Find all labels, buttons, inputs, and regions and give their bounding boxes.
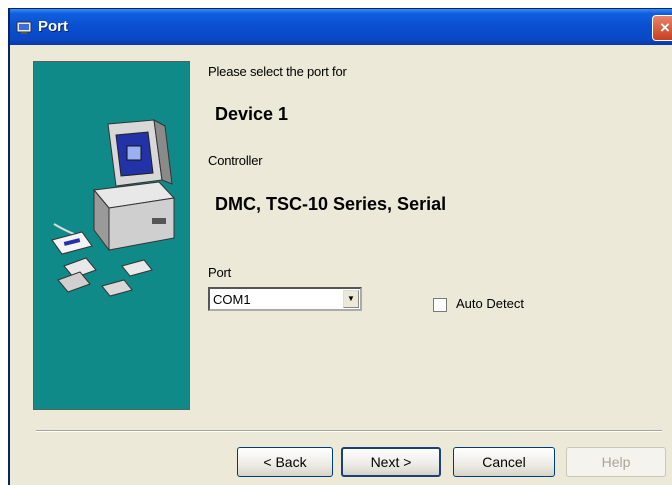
port-icon xyxy=(16,21,32,34)
help-button[interactable]: Help xyxy=(566,447,666,477)
wizard-banner xyxy=(33,61,190,410)
prompt-text: Please select the port for xyxy=(208,64,347,79)
title-bar[interactable]: Port × xyxy=(10,9,672,45)
close-icon: × xyxy=(660,18,670,37)
port-label: Port xyxy=(208,265,232,280)
computer-illustration xyxy=(51,119,176,297)
back-button[interactable]: < Back xyxy=(237,447,333,477)
port-select[interactable]: COM1 ▼ xyxy=(208,287,362,311)
cancel-button[interactable]: Cancel xyxy=(453,447,555,477)
port-select-value: COM1 xyxy=(213,292,251,307)
port-dialog: Port × Please select the port for Device… xyxy=(8,8,672,485)
controller-value: DMC, TSC-10 Series, Serial xyxy=(215,194,447,214)
chevron-down-icon[interactable]: ▼ xyxy=(343,290,359,308)
close-button[interactable]: × xyxy=(652,15,672,41)
controller-label: Controller xyxy=(208,153,263,168)
divider xyxy=(36,430,662,432)
window-title: Port xyxy=(38,18,68,35)
auto-detect-label[interactable]: Auto Detect xyxy=(456,296,524,311)
device-name: Device 1 xyxy=(215,104,289,124)
next-button[interactable]: Next > xyxy=(341,447,441,477)
auto-detect-checkbox[interactable] xyxy=(433,298,447,312)
